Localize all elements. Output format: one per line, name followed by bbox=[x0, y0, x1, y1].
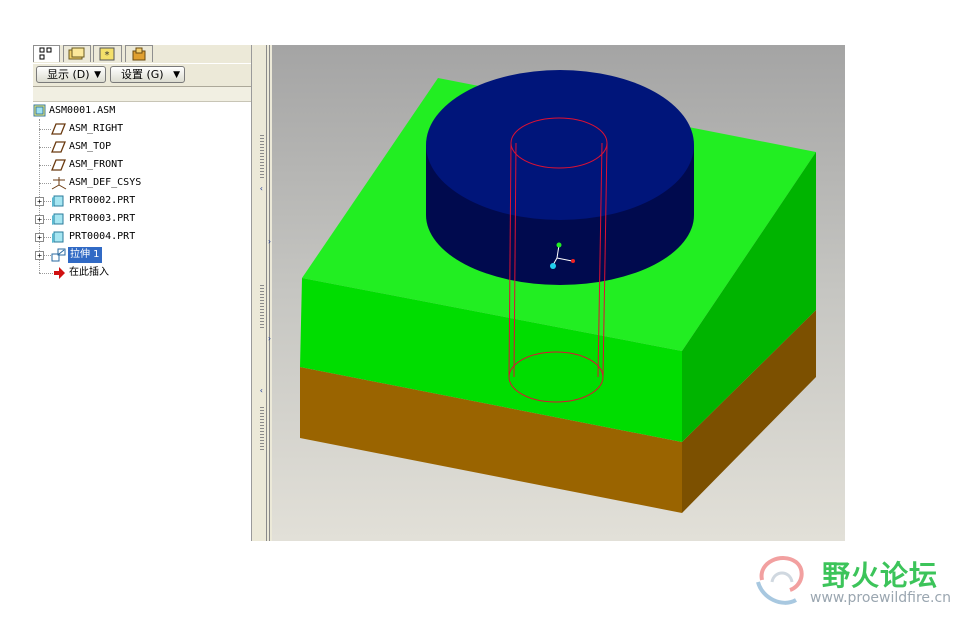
collapse-left-icon[interactable]: ‹ bbox=[259, 387, 264, 395]
tree-item-label: ASM_DEF_CSYS bbox=[69, 177, 142, 188]
tab-favorites[interactable]: * bbox=[93, 45, 122, 62]
expand-icon[interactable]: + bbox=[35, 251, 44, 260]
panel-tabs: * bbox=[33, 45, 254, 63]
tree-item-label: 在此插入 bbox=[69, 267, 109, 278]
connections-icon bbox=[132, 47, 146, 61]
part-icon bbox=[52, 213, 64, 225]
tree-item-asm-def-csys[interactable]: ASM_DEF_CSYS bbox=[33, 175, 233, 191]
cylinder-top[interactable] bbox=[426, 70, 694, 220]
favorites-icon: * bbox=[99, 47, 115, 61]
expand-icon[interactable]: + bbox=[35, 215, 44, 224]
model-tree: ASM0001.ASM ASM_RIGHT ASM_TOP ASM_FRONT bbox=[33, 103, 251, 533]
settings-dropdown[interactable]: 设置 (G) ▼ bbox=[110, 66, 185, 83]
collapse-left-icon[interactable]: ‹ bbox=[259, 185, 264, 193]
tree-item-label: PRT0002.PRT bbox=[69, 195, 136, 206]
tree-item-label: ASM_RIGHT bbox=[69, 123, 124, 134]
datum-plane-icon bbox=[51, 141, 66, 153]
panel-splitter[interactable]: ‹ › › ‹ bbox=[251, 45, 273, 541]
tree-item-prt0004[interactable]: + PRT0004.PRT bbox=[33, 229, 233, 245]
splitter-grip[interactable] bbox=[260, 285, 264, 329]
tree-item-extrude-1[interactable]: + 拉伸 1 bbox=[33, 247, 233, 263]
tree-item-asm-front[interactable]: ASM_FRONT bbox=[33, 157, 233, 173]
settings-dropdown-label: 设置 (G) bbox=[121, 68, 164, 81]
watermark-title: 野火论坛 bbox=[822, 559, 939, 592]
svg-text:*: * bbox=[104, 50, 110, 61]
tree-toolbar: 显示 (D) ▼ 设置 (G) ▼ bbox=[33, 64, 254, 87]
tree-item-insert-here[interactable]: 在此插入 bbox=[33, 265, 233, 281]
datum-plane-icon bbox=[51, 159, 66, 171]
watermark-url[interactable]: www.proewildfire.cn bbox=[810, 590, 951, 606]
3d-model-view[interactable] bbox=[272, 45, 845, 541]
tree-item-prt0003[interactable]: + PRT0003.PRT bbox=[33, 211, 233, 227]
tab-model-tree[interactable] bbox=[33, 45, 60, 62]
coordinate-system-icon bbox=[51, 177, 67, 190]
tree-item-prt0002[interactable]: + PRT0002.PRT bbox=[33, 193, 233, 209]
show-dropdown-label: 显示 (D) bbox=[47, 68, 90, 81]
show-dropdown[interactable]: 显示 (D) ▼ bbox=[36, 66, 106, 83]
tree-item-label: 拉伸 1 bbox=[68, 247, 102, 263]
extrude-icon bbox=[51, 248, 66, 262]
insert-here-arrow-icon bbox=[54, 267, 65, 279]
chevron-down-icon: ▼ bbox=[94, 70, 101, 80]
chevron-down-icon: ▼ bbox=[173, 70, 180, 80]
expand-icon[interactable]: + bbox=[35, 233, 44, 242]
tree-item-label: ASM_FRONT bbox=[69, 159, 124, 170]
tab-folder-browser[interactable] bbox=[63, 45, 91, 62]
graphics-window[interactable] bbox=[272, 45, 845, 541]
tree-item-label: ASM_TOP bbox=[69, 141, 112, 152]
splitter-grip[interactable] bbox=[260, 407, 264, 451]
part-icon bbox=[52, 231, 64, 243]
tree-item-asm-top[interactable]: ASM_TOP bbox=[33, 139, 233, 155]
tree-item-label: PRT0003.PRT bbox=[69, 213, 136, 224]
splitter-grip[interactable] bbox=[260, 135, 264, 179]
tree-icon bbox=[39, 47, 52, 60]
assembly-icon bbox=[33, 104, 46, 117]
datum-plane-icon bbox=[51, 123, 66, 135]
expand-icon[interactable]: + bbox=[35, 197, 44, 206]
model-tree-panel: * 显示 (D) ▼ 设置 (G) ▼ ASM0001.ASM ASM_RIGH… bbox=[33, 45, 254, 541]
tree-column-header bbox=[33, 87, 251, 102]
forum-logo-icon bbox=[756, 556, 804, 605]
tree-item-label: PRT0004.PRT bbox=[69, 231, 136, 242]
tab-connections[interactable] bbox=[125, 45, 153, 62]
tree-item-label: ASM0001.ASM bbox=[49, 105, 116, 116]
tree-item-asm-right[interactable]: ASM_RIGHT bbox=[33, 121, 233, 137]
tree-item-asm0001[interactable]: ASM0001.ASM bbox=[33, 103, 233, 119]
folder-icon bbox=[68, 47, 85, 60]
part-icon bbox=[52, 195, 64, 207]
